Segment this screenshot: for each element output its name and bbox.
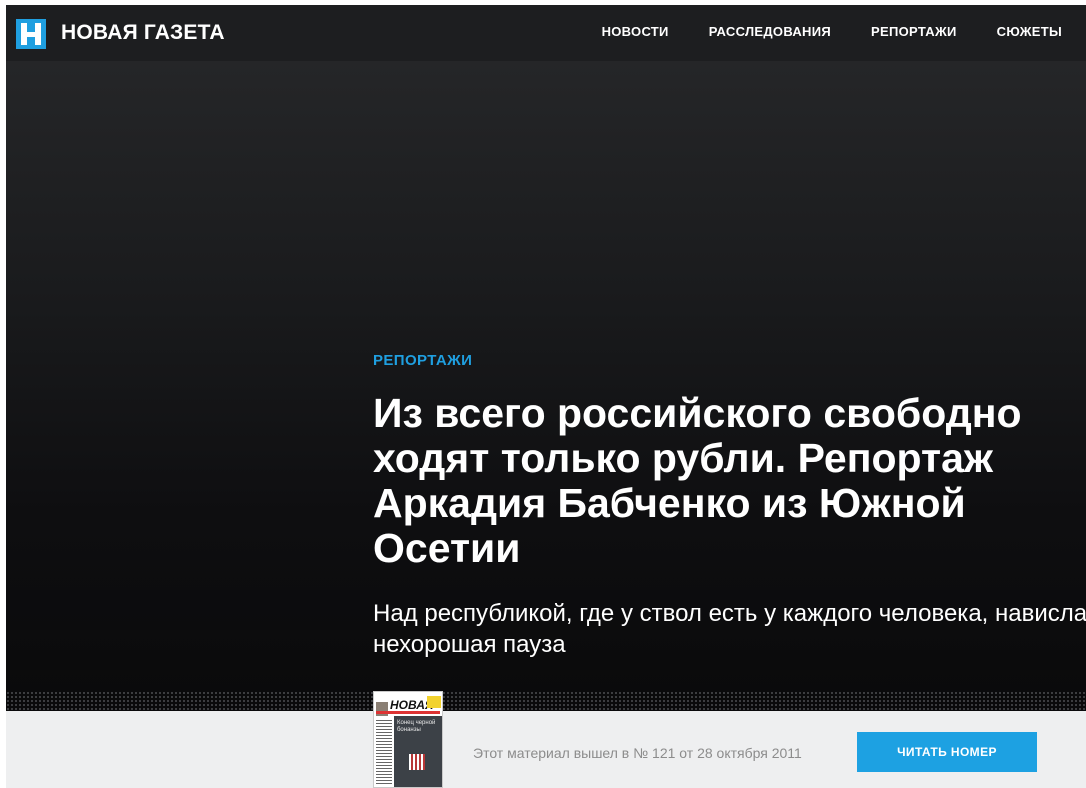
- nav-item-news[interactable]: НОВОСТИ: [602, 24, 669, 39]
- dotted-divider: [6, 691, 1086, 711]
- newspaper-logo-icon[interactable]: [16, 19, 46, 49]
- article-lead: Над республикой, где у ствол есть у кажд…: [373, 600, 1086, 658]
- article-title-line: ходят только рубли. Репортаж: [373, 435, 993, 481]
- top-navigation-bar: НОВАЯ ГАЗЕТА НОВОСТИ РАССЛЕДОВАНИЯ РЕПОР…: [6, 5, 1086, 61]
- article-title-line: Аркадия Бабченко из Южной: [373, 480, 966, 526]
- article-title: Из всего российского свободно ходят толь…: [373, 391, 1086, 571]
- article-title-line: Осетии: [373, 525, 521, 571]
- issue-cover-thumbnail[interactable]: НОВАЯ Конец черной бонанзы: [373, 691, 443, 788]
- cover-divider: [376, 711, 440, 714]
- article-hero: РЕПОРТАЖИ Из всего российского свободно …: [6, 61, 1086, 711]
- site-logo-text[interactable]: НОВАЯ ГАЗЕТА: [61, 21, 225, 45]
- cover-text-column: [376, 720, 392, 786]
- issue-published-text: Этот материал вышел в № 121 от 28 октябр…: [473, 745, 802, 761]
- nav-item-stories[interactable]: СЮЖЕТЫ: [997, 24, 1062, 39]
- main-nav: НОВОСТИ РАССЛЕДОВАНИЯ РЕПОРТАЖИ СЮЖЕТЫ: [602, 24, 1062, 39]
- article-title-line: Из всего российского свободно: [373, 390, 1022, 436]
- cover-illustration: [409, 754, 425, 770]
- page-frame: НОВАЯ ГАЗЕТА НОВОСТИ РАССЛЕДОВАНИЯ РЕПОР…: [6, 5, 1086, 788]
- nav-item-investigations[interactable]: РАССЛЕДОВАНИЯ: [709, 24, 831, 39]
- read-issue-button[interactable]: ЧИТАТЬ НОМЕР: [857, 732, 1037, 772]
- cover-headline: Конец черной бонанзы: [397, 720, 436, 733]
- article-rubric-link[interactable]: РЕПОРТАЖИ: [373, 352, 472, 369]
- cover-badge: [427, 696, 441, 708]
- nav-item-reports[interactable]: РЕПОРТАЖИ: [871, 24, 957, 39]
